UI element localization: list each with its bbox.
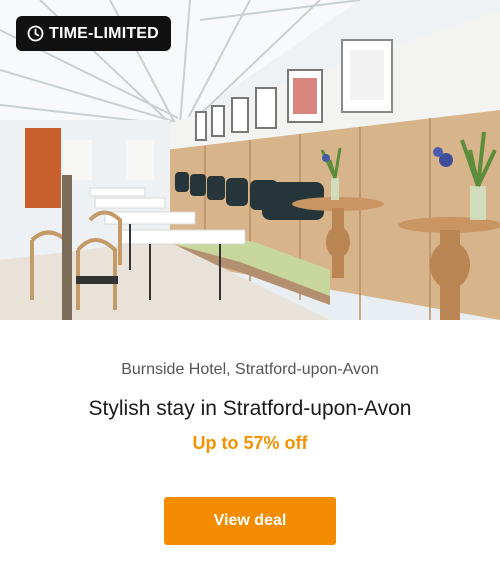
deal-info: Burnside Hotel, Stratford-upon-Avon Styl… (0, 360, 500, 545)
clock-icon (27, 25, 44, 42)
time-limited-badge: TIME-LIMITED (16, 16, 171, 51)
deal-title[interactable]: Stylish stay in Stratford-upon-Avon (0, 395, 500, 423)
badge-label: TIME-LIMITED (49, 24, 159, 42)
view-deal-button[interactable]: View deal (164, 497, 336, 545)
hotel-location: Burnside Hotel, Stratford-upon-Avon (121, 361, 379, 378)
deal-card[interactable]: TIME-LIMITED Burnside Hotel, Stratford-u… (0, 0, 500, 569)
discount-label: Up to 57% off (192, 433, 308, 453)
hotel-photo[interactable]: TIME-LIMITED (0, 0, 500, 320)
